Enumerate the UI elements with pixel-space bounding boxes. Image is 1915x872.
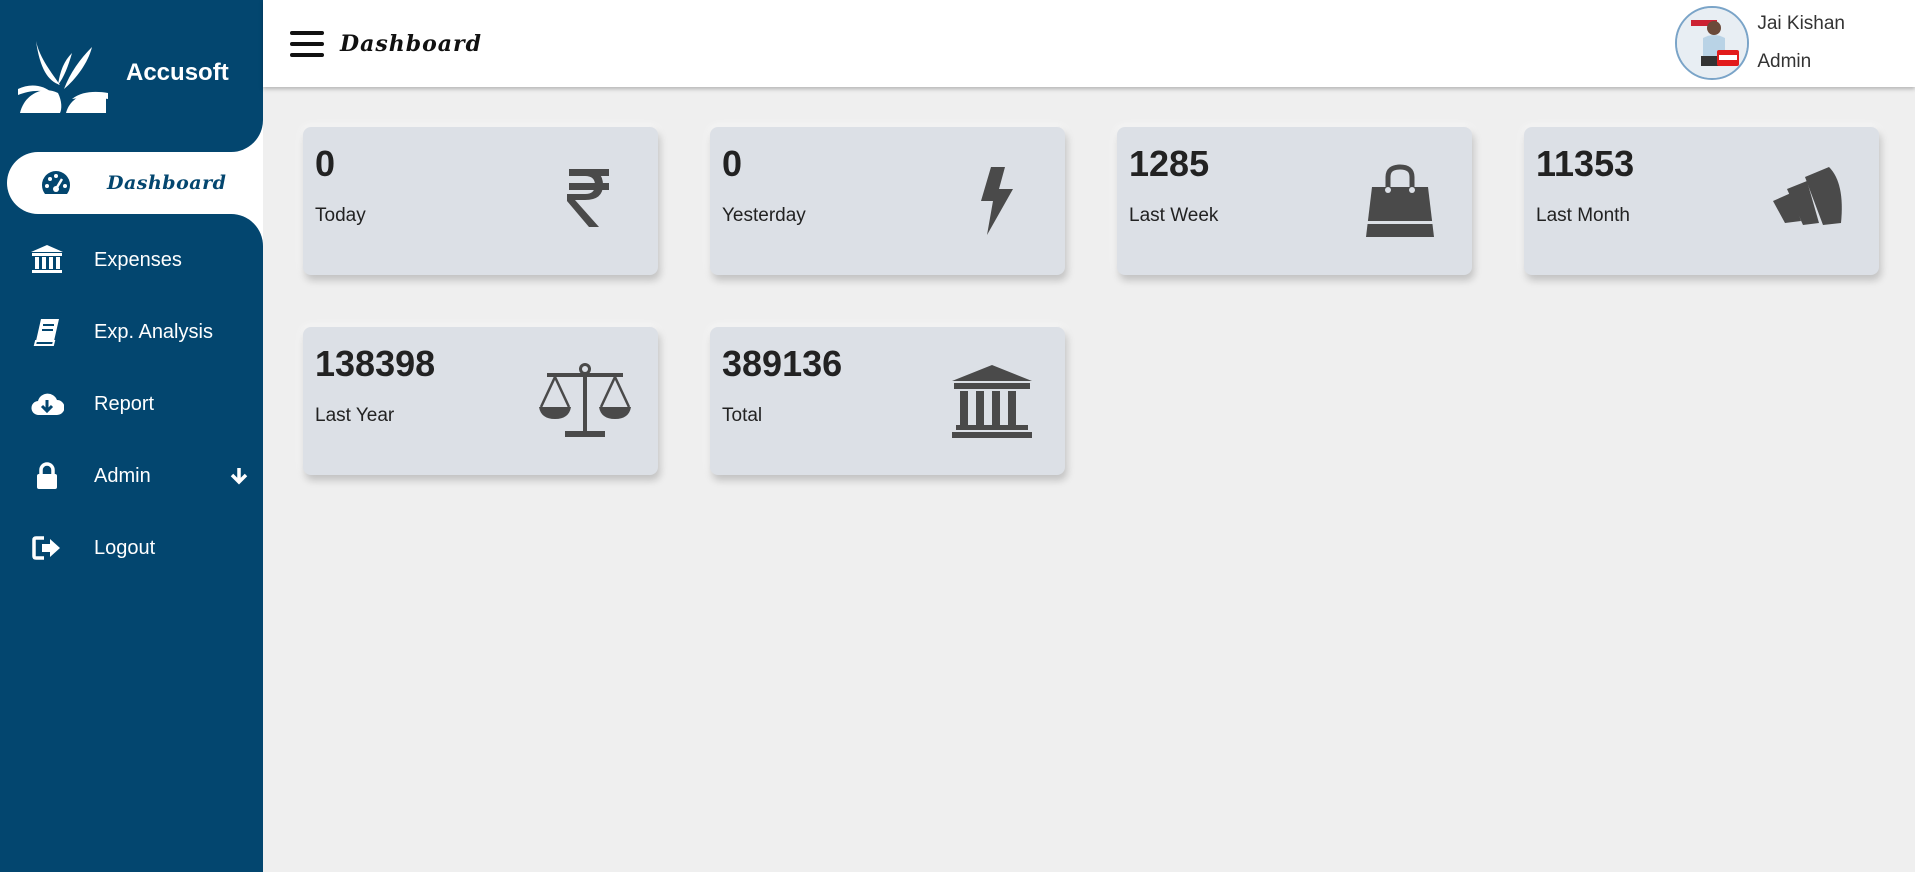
user-profile[interactable]: Jai Kishan Admin [1675, 5, 1845, 81]
sidebar-item-label: Exp. Analysis [94, 320, 213, 343]
sidebar-item-dashboard[interactable]: Dashboard [7, 152, 263, 214]
bars-slanted-icon [1771, 163, 1847, 239]
cloud-download-icon [28, 385, 66, 423]
sidebar-item-label: Expenses [94, 248, 182, 271]
stat-label: Total [722, 405, 763, 426]
stat-card-last-year[interactable]: 138398 Last Year [303, 327, 658, 475]
sidebar-nav: Dashboard Expenses Exp. Analysis Report … [0, 152, 263, 584]
stat-label: Yesterday [722, 205, 806, 226]
user-role: Admin [1757, 51, 1812, 72]
stat-value: 138398 [315, 343, 436, 384]
stat-card-last-week[interactable]: 1285 Last Week [1117, 127, 1472, 275]
top-header: Dashboard Jai Kishan Admin [263, 0, 1915, 87]
accusoft-logo-icon [18, 41, 108, 113]
sidebar-item-report[interactable]: Report [0, 368, 263, 440]
balance-scale-icon [537, 361, 633, 439]
sidebar-item-expenses[interactable]: Expenses [0, 224, 263, 296]
stat-value: 389136 [722, 343, 843, 384]
sidebar-item-logout[interactable]: Logout [0, 512, 263, 584]
tachometer-icon [37, 164, 75, 202]
stat-value: 0 [315, 143, 336, 184]
sidebar-item-label: Logout [94, 536, 156, 559]
sidebar: Accusoft Dashboard Expenses Exp. Analysi… [0, 0, 263, 872]
book-icon [28, 313, 66, 351]
brand-name: Accusoft [126, 59, 229, 86]
stat-label: Last Year [315, 405, 395, 426]
sign-out-icon [28, 529, 66, 567]
bank-icon [28, 241, 66, 279]
page-title: Dashboard [340, 30, 482, 57]
user-info: Jai Kishan Admin [1757, 5, 1845, 81]
stat-value: 11353 [1536, 143, 1635, 184]
stat-label: Last Week [1129, 205, 1219, 226]
stat-card-yesterday[interactable]: 0 Yesterday [710, 127, 1065, 275]
stat-value: 0 [722, 143, 743, 184]
stat-value: 1285 [1129, 143, 1210, 184]
sidebar-item-label: Dashboard [107, 172, 227, 194]
stat-card-today[interactable]: 0 Today [303, 127, 658, 275]
stat-card-last-month[interactable]: 11353 Last Month [1524, 127, 1879, 275]
arrow-down-icon[interactable] [229, 466, 249, 486]
hamburger-menu-icon[interactable] [290, 30, 324, 57]
user-name: Jai Kishan [1757, 13, 1845, 34]
sidebar-item-label: Report [94, 392, 155, 415]
sidebar-item-admin[interactable]: Admin [0, 440, 263, 512]
stat-label: Last Month [1536, 205, 1630, 226]
bank-icon [950, 363, 1034, 439]
stat-card-total[interactable]: 389136 Total [710, 327, 1065, 475]
sidebar-item-label: Admin [94, 464, 151, 487]
sidebar-item-exp-analysis[interactable]: Exp. Analysis [0, 296, 263, 368]
rupee-icon [565, 165, 613, 229]
avatar[interactable] [1675, 6, 1750, 80]
stat-label: Today [315, 205, 366, 226]
lock-icon [28, 457, 66, 495]
shopping-bag-icon [1362, 163, 1438, 239]
bolt-icon [975, 165, 1019, 237]
active-curve-top [231, 120, 263, 152]
brand[interactable]: Accusoft [0, 0, 263, 152]
